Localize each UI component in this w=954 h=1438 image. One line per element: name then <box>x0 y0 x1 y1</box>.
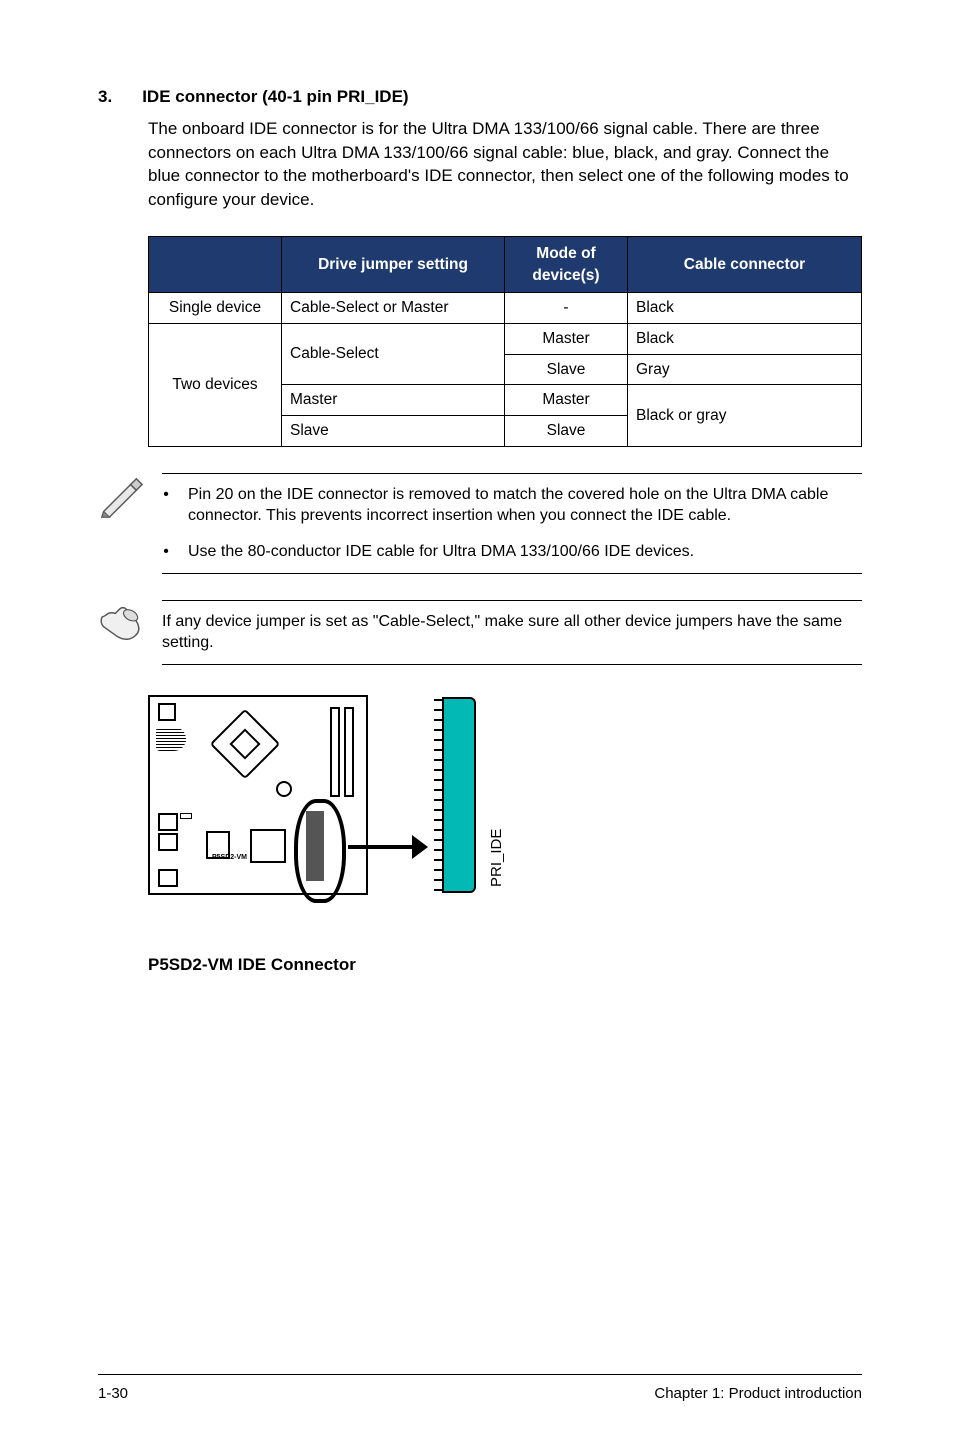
ide-connector-onboard <box>306 811 324 881</box>
corner-box <box>158 703 176 721</box>
bullet-dot: • <box>162 541 170 563</box>
jumper-settings-table: Drive jumper setting Mode of device(s) C… <box>148 236 862 447</box>
col-header-cable: Cable connector <box>628 236 862 292</box>
hand-pointing-icon <box>98 600 144 665</box>
chip-icon <box>180 813 192 819</box>
chip-icon <box>158 833 178 851</box>
heading-title: IDE connector (40-1 pin PRI_IDE) <box>142 85 408 109</box>
io-hatch <box>156 727 186 751</box>
pri-ide-label: PRI_IDE <box>486 828 507 886</box>
col-header-mode: Mode of device(s) <box>505 236 628 292</box>
diagram-caption: P5SD2-VM IDE Connector <box>148 953 862 977</box>
note-bullet-text: Use the 80-conductor IDE cable for Ultra… <box>188 541 694 563</box>
caption-model: P5SD2-VM <box>148 955 233 974</box>
ram-slot <box>330 707 340 797</box>
note-block-hand: If any device jumper is set as "Cable-Se… <box>98 600 862 665</box>
cell: Cable-Select <box>282 324 505 385</box>
cell: Two devices <box>149 324 282 447</box>
cell: Slave <box>505 416 628 447</box>
table-header-row: Drive jumper setting Mode of device(s) C… <box>149 236 862 292</box>
note-bullet-text: Pin 20 on the IDE connector is removed t… <box>188 484 856 527</box>
cell: Master <box>505 324 628 355</box>
cpu-inner <box>229 728 260 759</box>
chip-icon <box>158 869 178 887</box>
cell: Slave <box>282 416 505 447</box>
table-row: Single device Cable-Select or Master - B… <box>149 293 862 324</box>
cell: Master <box>282 385 505 416</box>
connector-pins <box>434 699 442 891</box>
heading-number: 3. <box>98 85 112 109</box>
cell: Black or gray <box>628 385 862 446</box>
note-text-part: Use the 80-conductor IDE cable for Ultra… <box>188 543 520 560</box>
mount-hole <box>276 781 292 797</box>
ide-connector-enlarged <box>442 697 476 893</box>
section-heading: 3. IDE connector (40-1 pin PRI_IDE) <box>98 85 862 109</box>
note-text: If any device jumper is set as "Cable-Se… <box>162 611 856 654</box>
ram-slot <box>344 707 354 797</box>
chip-icon <box>250 829 286 863</box>
description-paragraph: The onboard IDE connector is for the Ult… <box>148 117 862 212</box>
chapter-label: Chapter 1: Product introduction <box>654 1383 862 1404</box>
table-row: Two devices Cable-Select Master Black <box>149 324 862 355</box>
arrow-icon <box>348 835 428 859</box>
board-model-label: P5SD2-VM <box>212 853 247 863</box>
motherboard-outline: P5SD2-VM <box>148 695 368 895</box>
note-text-bold: 133/100/66 <box>520 543 600 560</box>
cell: Master <box>505 385 628 416</box>
cell: Slave <box>505 354 628 385</box>
note-content: If any device jumper is set as "Cable-Se… <box>162 600 862 665</box>
pencil-icon <box>98 473 144 574</box>
page-number: 1-30 <box>98 1383 128 1404</box>
board-diagram: P5SD2-VM PRI_IDE <box>148 691 548 951</box>
note-block-pencil: • Pin 20 on the IDE connector is removed… <box>98 473 862 574</box>
bullet-dot: • <box>162 484 170 527</box>
cell: Gray <box>628 354 862 385</box>
cell: Single device <box>149 293 282 324</box>
caption-rest: IDE Connector <box>233 955 356 974</box>
note-content: • Pin 20 on the IDE connector is removed… <box>162 473 862 574</box>
ram-slots <box>330 707 354 797</box>
cell: - <box>505 293 628 324</box>
col-header-blank <box>149 236 282 292</box>
page-footer: 1-30 Chapter 1: Product introduction <box>98 1374 862 1404</box>
note-text-part: IDE devices. <box>600 543 694 560</box>
cell: Cable-Select or Master <box>282 293 505 324</box>
cell: Black <box>628 324 862 355</box>
cell: Black <box>628 293 862 324</box>
cpu-socket-icon <box>210 708 281 779</box>
chip-icon <box>158 813 178 831</box>
col-header-drive: Drive jumper setting <box>282 236 505 292</box>
